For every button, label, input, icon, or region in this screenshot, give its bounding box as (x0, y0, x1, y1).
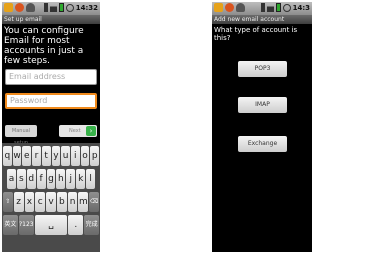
key-m[interactable]: m (78, 192, 89, 212)
setup-email-screen: 14:32 Set up email You can configure Ema… (2, 2, 100, 252)
symbols-key[interactable]: ?123 (18, 215, 34, 235)
next-button[interactable]: Next › (59, 125, 97, 137)
key-u[interactable]: u (61, 146, 70, 166)
language-key[interactable]: 英文 (3, 215, 18, 235)
key-w[interactable]: w (12, 146, 22, 166)
key-d[interactable]: d (26, 169, 36, 189)
key-s[interactable]: s (16, 169, 26, 189)
soft-keyboard: q w e r t y u i o p a s d f g h j k l ⇧ … (2, 143, 100, 252)
clock-icon (65, 3, 74, 12)
notification-icon (26, 3, 35, 12)
signal-bars-icon (266, 3, 274, 12)
password-field[interactable]: Password (5, 93, 97, 109)
key-c[interactable]: c (35, 192, 46, 212)
key-q[interactable]: q (3, 146, 12, 166)
mail-icon (214, 3, 223, 12)
status-bar: 14:3 (212, 2, 312, 15)
pop3-button[interactable]: POP3 (238, 61, 287, 77)
battery-icon (58, 3, 64, 12)
manual-setup-button[interactable]: Manual setup (5, 125, 37, 146)
page-title: Set up email (2, 15, 100, 24)
key-n[interactable]: n (67, 192, 78, 212)
key-x[interactable]: x (24, 192, 35, 212)
period-key[interactable]: . (68, 215, 84, 235)
next-arrow-icon: › (86, 126, 96, 136)
key-b[interactable]: b (56, 192, 67, 212)
status-time: 14:32 (75, 3, 98, 12)
key-h[interactable]: h (56, 169, 66, 189)
add-account-screen: 14:3 Add new email account What type of … (212, 2, 312, 252)
signal-icon (260, 3, 265, 12)
setup-prompt: You can configure Email for most account… (4, 26, 84, 66)
account-type-prompt: What type of account is this? (214, 26, 298, 42)
notification-icon (236, 3, 245, 12)
key-k[interactable]: k (76, 169, 86, 189)
signal-icon (43, 3, 48, 12)
page-title: Add new email account (212, 15, 312, 24)
email-field[interactable]: Email address (5, 69, 97, 85)
key-a[interactable]: a (7, 169, 16, 189)
key-y[interactable]: y (51, 146, 61, 166)
key-p[interactable]: p (90, 146, 100, 166)
key-v[interactable]: v (46, 192, 56, 212)
shift-key[interactable]: ⇧ (3, 192, 13, 212)
key-f[interactable]: f (36, 169, 46, 189)
exchange-button[interactable]: Exchange (238, 136, 287, 152)
key-z[interactable]: z (13, 192, 24, 212)
clock-icon (282, 3, 291, 12)
status-bar: 14:32 (2, 2, 100, 15)
backspace-key[interactable]: ⌫ (89, 192, 100, 212)
key-l[interactable]: l (86, 169, 96, 189)
key-t[interactable]: t (41, 146, 51, 166)
signal-bars-icon (49, 3, 57, 12)
battery-icon (275, 3, 281, 12)
key-e[interactable]: e (22, 146, 32, 166)
usb-icon (15, 3, 24, 12)
mail-icon (4, 3, 13, 12)
imap-button[interactable]: IMAP (238, 97, 287, 113)
status-time: 14:3 (292, 3, 310, 12)
key-i[interactable]: i (70, 146, 80, 166)
usb-icon (225, 3, 234, 12)
key-o[interactable]: o (80, 146, 90, 166)
key-r[interactable]: r (32, 146, 41, 166)
next-label: Next (69, 128, 81, 134)
space-key[interactable]: ␣ (34, 215, 68, 235)
key-g[interactable]: g (46, 169, 56, 189)
key-j[interactable]: j (66, 169, 76, 189)
done-key[interactable]: 完成 (84, 215, 100, 235)
